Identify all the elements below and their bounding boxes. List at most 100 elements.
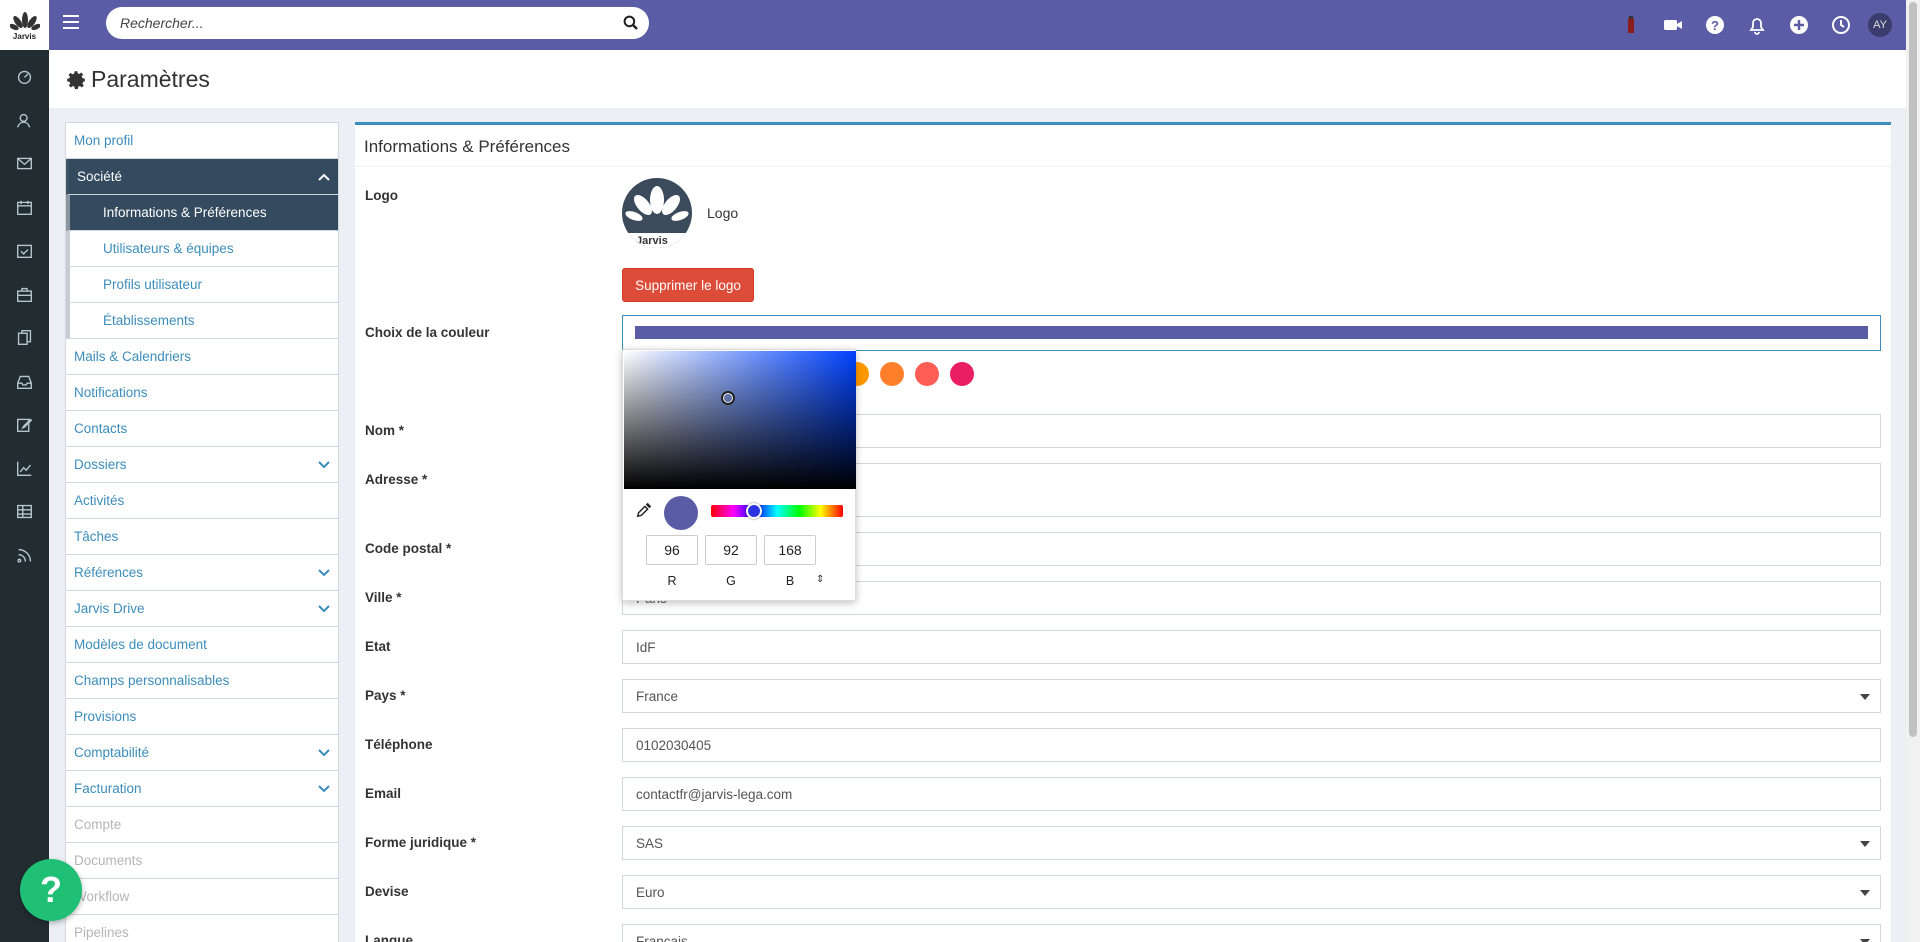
page-title-text: Paramètres xyxy=(91,66,210,92)
pays-select[interactable]: France xyxy=(622,679,1881,713)
mail-icon[interactable] xyxy=(0,142,49,186)
video-icon[interactable] xyxy=(1652,0,1694,50)
search-icon[interactable] xyxy=(623,15,639,31)
nav-label: Jarvis Drive xyxy=(74,601,145,616)
saturation-value-area[interactable] xyxy=(624,351,856,489)
company-logo-image[interactable]: Jarvis xyxy=(622,178,692,248)
nav-contacts[interactable]: Contacts xyxy=(66,411,338,447)
etat-input[interactable]: IdF xyxy=(622,630,1881,664)
menu-toggle-icon[interactable] xyxy=(63,15,79,29)
nav-notifications[interactable]: Notifications xyxy=(66,375,338,411)
edit-icon[interactable] xyxy=(0,403,49,447)
dashboard-icon[interactable] xyxy=(0,55,49,99)
nav-informations-preferences[interactable]: Informations & Préférences xyxy=(66,195,338,231)
add-icon[interactable] xyxy=(1778,0,1820,50)
page-header: Paramètres xyxy=(49,50,1906,108)
hue-slider[interactable] xyxy=(711,503,843,519)
telephone-input[interactable]: 0102030405 xyxy=(622,728,1881,762)
red-input[interactable]: 96 xyxy=(646,535,698,565)
nav-mon-profil[interactable]: Mon profil xyxy=(66,123,338,159)
nav-label: Informations & Préférences xyxy=(103,205,267,220)
nav-label: Mon profil xyxy=(74,133,134,148)
nav-label: Documents xyxy=(74,853,143,868)
nom-label: Nom * xyxy=(365,423,405,438)
nav-modeles-document[interactable]: Modèles de document xyxy=(66,627,338,663)
nav-provisions[interactable]: Provisions xyxy=(66,699,338,735)
nav-label: Société xyxy=(77,169,123,184)
nav-label: Provisions xyxy=(74,709,137,724)
nav-activites[interactable]: Activités xyxy=(66,483,338,519)
format-toggle-icon[interactable]: ⇕ xyxy=(816,574,824,585)
contacts-icon[interactable] xyxy=(0,99,49,143)
page-scrollbar[interactable] xyxy=(1906,0,1920,942)
nav-label: Utilisateurs & équipes xyxy=(103,241,234,256)
eyedropper-icon[interactable] xyxy=(635,501,653,519)
inbox-icon[interactable] xyxy=(0,360,49,404)
nav-etablissements[interactable]: Établissements xyxy=(66,303,338,339)
pays-label: Pays * xyxy=(365,688,406,703)
forme-juridique-select[interactable]: SAS xyxy=(622,826,1881,860)
nav-label: Workflow xyxy=(74,889,130,904)
app-logo[interactable]: Jarvis xyxy=(0,0,49,50)
scrollbar-thumb[interactable] xyxy=(1909,2,1917,737)
saturation-handle[interactable] xyxy=(721,391,735,405)
nav-mails-calendriers[interactable]: Mails & Calendriers xyxy=(66,339,338,375)
nav-compte: Compte xyxy=(66,807,338,843)
nav-utilisateurs-equipes[interactable]: Utilisateurs & équipes xyxy=(66,231,338,267)
devise-select[interactable]: Euro xyxy=(622,875,1881,909)
nav-label: Pipelines xyxy=(74,925,129,940)
code-postal-label: Code postal * xyxy=(365,541,452,556)
nav-label: Tâches xyxy=(74,529,119,544)
email-input[interactable]: contactfr@jarvis-lega.com xyxy=(622,777,1881,811)
nav-profils-utilisateur[interactable]: Profils utilisateur xyxy=(66,267,338,303)
langue-value: Français xyxy=(636,933,688,942)
caret-down-icon xyxy=(1860,694,1870,700)
color-swatch-dark-orange[interactable] xyxy=(880,362,904,386)
help-icon[interactable]: ? xyxy=(1694,0,1736,50)
nav-champs-personnalisables[interactable]: Champs personnalisables xyxy=(66,663,338,699)
nav-taches[interactable]: Tâches xyxy=(66,519,338,555)
green-label: G xyxy=(726,574,736,588)
documents-icon[interactable] xyxy=(0,316,49,360)
nav-references[interactable]: Références xyxy=(66,555,338,591)
page-title: Paramètres xyxy=(65,66,210,93)
nav-comptabilite[interactable]: Comptabilité xyxy=(66,735,338,771)
settings-panel: Informations & Préférences Logo Jarvis L… xyxy=(355,122,1891,942)
help-floating-button[interactable]: ? xyxy=(20,859,82,921)
color-swatch-coral[interactable] xyxy=(915,362,939,386)
nav-facturation[interactable]: Facturation xyxy=(66,771,338,807)
langue-select[interactable]: Français xyxy=(622,924,1881,942)
table-icon[interactable] xyxy=(0,490,49,534)
rss-icon[interactable] xyxy=(0,534,49,578)
extension-icon[interactable] xyxy=(1610,0,1652,50)
bell-icon[interactable] xyxy=(1736,0,1778,50)
clock-icon[interactable] xyxy=(1820,0,1862,50)
logo-icon: Jarvis xyxy=(622,186,692,248)
delete-logo-button[interactable]: Supprimer le logo xyxy=(622,268,754,302)
nav-jarvis-drive[interactable]: Jarvis Drive xyxy=(66,591,338,627)
hue-handle[interactable] xyxy=(746,503,762,519)
etat-label: Etat xyxy=(365,639,391,654)
search-input[interactable] xyxy=(120,7,610,39)
nav-label: Modèles de document xyxy=(74,637,207,652)
blue-label: B xyxy=(785,574,795,588)
email-label: Email xyxy=(365,786,402,801)
red-label: R xyxy=(667,574,677,588)
green-input[interactable]: 92 xyxy=(705,535,757,565)
caret-down-icon xyxy=(1860,890,1870,896)
calendar-icon[interactable] xyxy=(0,186,49,230)
search-box xyxy=(106,7,649,39)
color-swatch-pink[interactable] xyxy=(950,362,974,386)
nav-label: Dossiers xyxy=(74,457,127,472)
forme-juridique-label: Forme juridique * xyxy=(365,835,477,850)
langue-label: Langue xyxy=(365,933,414,942)
briefcase-icon[interactable] xyxy=(0,273,49,317)
color-input[interactable] xyxy=(622,315,1881,351)
chart-icon[interactable] xyxy=(0,447,49,491)
svg-text:Jarvis: Jarvis xyxy=(636,235,668,247)
blue-input[interactable]: 168 xyxy=(764,535,816,565)
user-avatar[interactable]: AY xyxy=(1868,13,1892,37)
nav-dossiers[interactable]: Dossiers xyxy=(66,447,338,483)
tasks-icon[interactable] xyxy=(0,229,49,273)
nav-societe[interactable]: Société xyxy=(66,159,338,195)
